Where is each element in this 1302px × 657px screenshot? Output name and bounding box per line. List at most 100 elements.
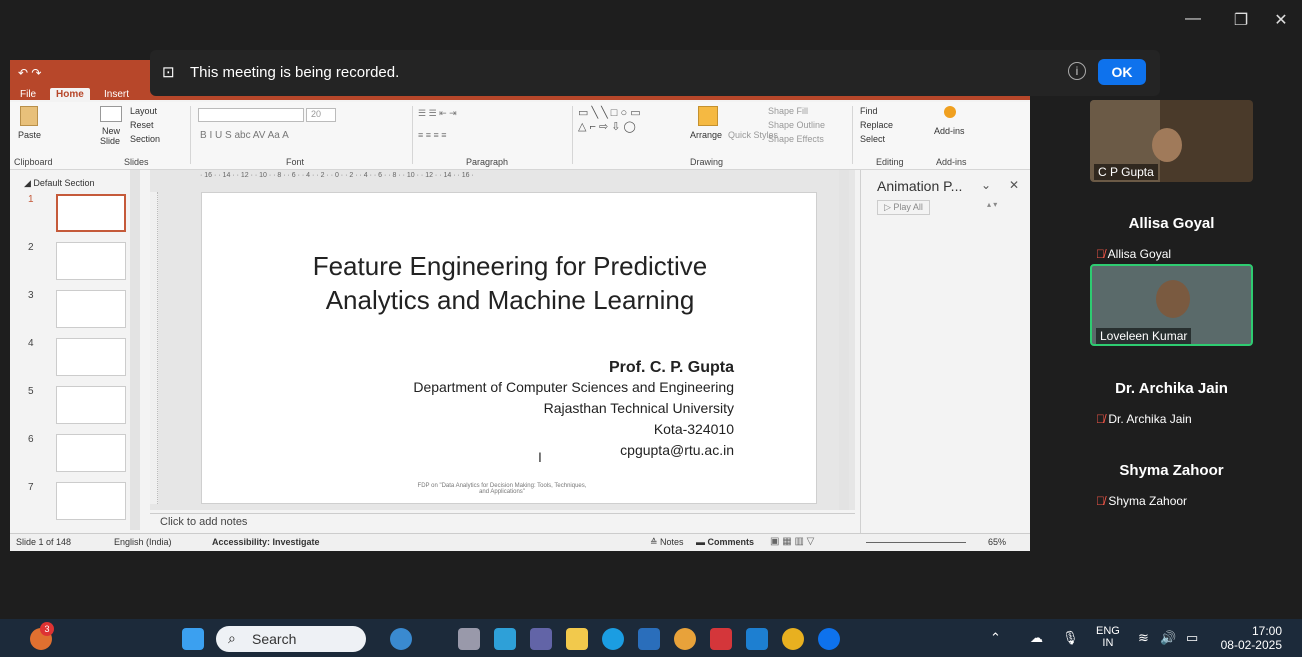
layout-button[interactable]: Layout [130, 106, 157, 116]
participant-name: Allisa Goyal [1128, 215, 1215, 232]
show-hidden-icons[interactable]: ⌃ [990, 630, 1001, 646]
author-university[interactable]: Rajasthan Technical University [544, 400, 734, 416]
font-size-field[interactable]: 20 [306, 108, 336, 122]
taskbar-search[interactable]: ⌕ Search [216, 626, 366, 652]
reset-button[interactable]: Reset [130, 120, 154, 130]
paste-icon[interactable] [20, 106, 38, 126]
recording-banner: ⊡ This meeting is being recorded. i OK [150, 50, 1160, 96]
author-city[interactable]: Kota-324010 [654, 421, 734, 437]
font-family-field[interactable] [198, 108, 304, 122]
slide-thumbnail[interactable] [56, 338, 126, 376]
file-explorer-icon[interactable] [566, 628, 588, 650]
slide-thumbnail[interactable] [56, 386, 126, 424]
section-button[interactable]: Section [130, 134, 160, 144]
tab-file[interactable]: File [14, 88, 42, 102]
notes-pane[interactable]: Click to add notes [150, 513, 855, 531]
new-slide-label-2[interactable]: Slide [100, 136, 120, 146]
tab-insert[interactable]: Insert [98, 88, 135, 102]
slide-thumbnail[interactable] [56, 290, 126, 328]
find-button[interactable]: Find [860, 106, 878, 116]
slide-vertical-scrollbar[interactable] [839, 170, 849, 510]
align-buttons[interactable]: ≡ ≡ ≡ ≡ [418, 130, 447, 140]
author-email[interactable]: cpgupta@rtu.ac.in [620, 442, 734, 458]
store-icon[interactable] [638, 628, 660, 650]
slide-title[interactable]: Feature Engineering for Predictive Analy… [202, 249, 818, 317]
thumbnail-scrollbar[interactable] [130, 170, 140, 530]
ok-button[interactable]: OK [1098, 59, 1146, 85]
notes-placeholder[interactable]: Click to add notes [160, 516, 247, 528]
language-indicator[interactable]: ENG IN [1096, 625, 1120, 649]
shape-outline-button[interactable]: Shape Outline [768, 120, 825, 130]
play-all-button[interactable]: ▷ Play All [877, 200, 930, 215]
view-buttons[interactable]: ▣ ▦ ▥ ▽ [770, 536, 814, 547]
shapes-gallery-row2[interactable]: △ ⌐ ⇨ ⇩ ◯ [578, 120, 636, 133]
clock[interactable]: 17:00 08-02-2025 [1216, 624, 1282, 652]
slide-thumbnail[interactable] [56, 194, 126, 232]
close-button[interactable]: ✕ [1266, 10, 1296, 30]
minimize-button[interactable]: — [1178, 10, 1208, 28]
section-label[interactable]: ◢ Default Section [24, 178, 94, 189]
collapse-icon: ◢ [24, 178, 34, 188]
wifi-icon[interactable]: ≋ [1138, 630, 1149, 646]
footer-line: and Applications" [479, 489, 525, 495]
start-icon[interactable] [182, 628, 204, 650]
slide-thumbnail[interactable] [56, 434, 126, 472]
replace-button[interactable]: Replace [860, 120, 893, 130]
mcafee-icon[interactable] [710, 628, 732, 650]
author-department[interactable]: Department of Computer Sciences and Engi… [413, 379, 734, 395]
close-icon[interactable]: ✕ [1009, 178, 1019, 192]
shape-fill-button[interactable]: Shape Fill [768, 106, 808, 116]
onedrive-icon[interactable]: ☁ [1030, 630, 1043, 646]
add-ins-button[interactable]: Add-ins [934, 126, 965, 136]
info-icon[interactable]: i [1068, 62, 1086, 80]
zoom-level[interactable]: 65% [988, 537, 1006, 547]
task-view-icon[interactable] [458, 628, 480, 650]
clock-time: 17:00 [1251, 624, 1282, 638]
tab-home[interactable]: Home [50, 88, 90, 102]
current-slide[interactable]: Feature Engineering for Predictive Analy… [201, 192, 817, 504]
notes-toggle[interactable]: ≙ Notes [650, 537, 684, 548]
comments-toggle[interactable]: ▬ Comments [696, 537, 754, 547]
chevron-down-icon[interactable]: ⌄ [981, 178, 991, 192]
volume-icon[interactable]: 🔊 [1160, 630, 1176, 646]
edge-beta-icon[interactable] [494, 628, 516, 650]
author-name[interactable]: Prof. C. P. Gupta [609, 359, 734, 377]
paragraph-buttons[interactable]: ☰ ☰ ⇤ ⇥ [418, 108, 457, 119]
group-label-editing: Editing [876, 157, 904, 167]
zoom-slider[interactable] [866, 542, 966, 543]
group-label-clipboard: Clipboard [14, 157, 53, 167]
restore-button[interactable]: ❐ [1226, 10, 1256, 30]
copilot-icon[interactable] [390, 628, 412, 650]
language-indicator[interactable]: English (India) [114, 537, 172, 547]
new-slide-icon[interactable] [100, 106, 122, 122]
slide-thumbnail[interactable] [56, 482, 126, 520]
participant-video-cp-gupta[interactable]: C P Gupta [1090, 100, 1253, 182]
paste-button[interactable]: Paste [18, 130, 41, 140]
undo-redo-icon[interactable]: ↶ ↷ [18, 66, 41, 80]
add-ins-icon[interactable] [944, 106, 956, 118]
arrange-icon[interactable] [698, 106, 718, 126]
teams-icon[interactable] [530, 628, 552, 650]
divider [412, 106, 413, 164]
myhp-icon[interactable] [746, 628, 768, 650]
avatar [1152, 128, 1182, 162]
select-button[interactable]: Select [860, 134, 885, 144]
accessibility-checker[interactable]: Accessibility: Investigate [212, 537, 320, 547]
arrange-button[interactable]: Arrange [690, 130, 722, 140]
zoom-icon[interactable] [818, 628, 840, 650]
slide-thumbnail[interactable] [56, 242, 126, 280]
shapes-gallery[interactable]: ▭ ╲ ╲ □ ○ ▭ [578, 106, 641, 119]
recording-icon: ⊡ [162, 64, 175, 81]
reorder-arrows-icon[interactable]: ▴ ▾ [987, 200, 997, 209]
edge-icon[interactable] [602, 628, 624, 650]
font-format-buttons[interactable]: B I U S abc AV Aa A [200, 130, 289, 141]
battery-icon[interactable]: ▭ [1186, 630, 1198, 646]
new-slide-label[interactable]: New [102, 126, 120, 136]
microphone-icon[interactable]: 🎙 [1062, 630, 1079, 646]
slide-footer[interactable]: FDP on "Data Analytics for Decision Maki… [352, 483, 652, 495]
help-icon[interactable] [674, 628, 696, 650]
shape-effects-button[interactable]: Shape Effects [768, 134, 824, 144]
slide-title-line: Feature Engineering for Predictive [312, 251, 708, 281]
chrome-icon[interactable] [782, 628, 804, 650]
participant-video-loveleen-kumar[interactable]: Loveleen Kumar [1090, 264, 1253, 346]
